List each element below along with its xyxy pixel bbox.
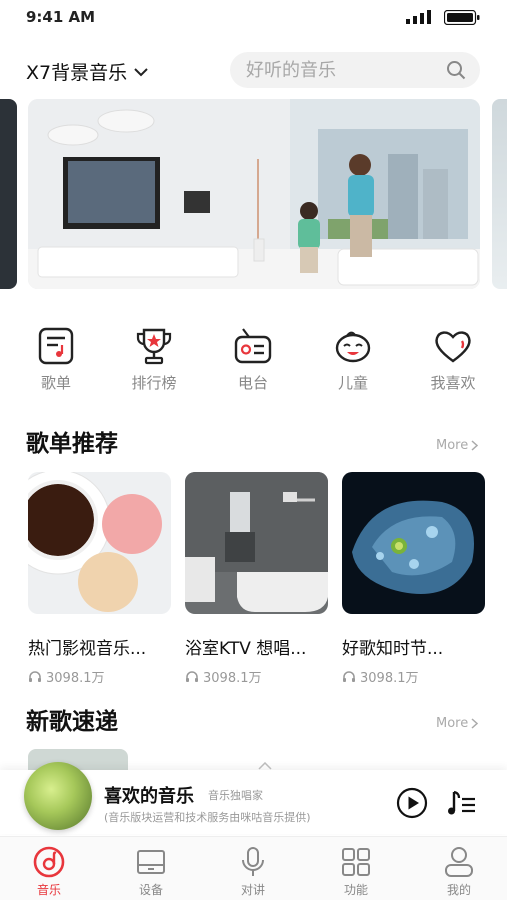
user-icon [445,847,473,877]
device-name-label: X7背景音乐 [26,62,128,84]
play-count: 3098.1万 [46,671,105,686]
playlist-plays: 3098.1万 [342,667,485,686]
tab-label: 设备 [138,883,163,897]
tab-label: 对讲 [240,883,265,897]
search-input[interactable] [246,58,436,82]
more-new-songs-link[interactable]: More [436,716,479,731]
grid-icon [342,848,370,876]
banner-carousel[interactable] [0,99,507,289]
banner-previous-slide[interactable] [0,99,17,289]
banner-image[interactable] [28,99,480,289]
headphones-icon [343,671,355,682]
playlist-card[interactable]: 好歌知时节... 3098.1万 [342,472,485,686]
tab-label: 音乐 [36,883,61,897]
chevron-down-icon [134,67,148,76]
trophy-icon [136,328,172,365]
battery-icon [444,10,480,25]
living-room-karaoke-illustration [28,99,480,289]
quick-item-radio[interactable]: 电台 [213,322,293,398]
tab-bar: 音乐 设备 对讲 功能 我的 [0,836,507,900]
header: X7背景音乐 [0,48,507,92]
signal-icon [406,10,431,24]
now-playing-artwork[interactable] [24,762,92,830]
status-bar: 9:41 AM [0,0,507,36]
music-disc-icon [33,846,65,878]
playlist-card[interactable]: 浴室KTV 想唱... 3098.1万 [185,472,328,686]
status-time: 9:41 AM [26,8,96,26]
playlist-queue-button[interactable] [446,787,478,819]
tab-functions[interactable]: 功能 [324,845,388,898]
tab-label: 我的 [446,883,471,897]
playlist-name: 浴室KTV 想唱... [185,639,307,659]
playlist-icon [38,327,74,365]
headphones-icon [29,671,41,682]
tab-intercom[interactable]: 对讲 [221,845,285,898]
playlist-cover[interactable] [185,472,328,614]
heart-icon [435,331,471,363]
tab-music[interactable]: 音乐 [17,845,81,898]
playlist-cover[interactable] [28,472,171,614]
coffee-macaron-image [28,472,171,614]
bathroom-image [185,472,328,614]
play-count: 3098.1万 [203,671,262,686]
section-title-new-songs: 新歌速递 [26,709,118,735]
more-playlists-link[interactable]: More [436,438,479,453]
playlist-cover[interactable] [342,472,485,614]
play-button[interactable] [396,787,428,819]
chevron-up-icon[interactable] [258,762,272,770]
quick-item-label: 歌单 [40,374,71,392]
chevron-right-icon [471,440,479,451]
playlist-name: 热门影视音乐... [28,639,147,659]
search-icon[interactable] [446,60,466,80]
playlist-card[interactable]: 热门影视音乐... 3098.1万 [28,472,171,686]
quick-item-label: 电台 [237,374,268,392]
radio-icon [234,328,272,364]
quick-item-ranking[interactable]: 排行榜 [114,322,194,398]
more-label: More [436,438,469,453]
device-icon [137,850,165,874]
play-count: 3098.1万 [360,671,419,686]
headphones-icon [186,671,198,682]
now-playing-provider-note: (音乐版块运营和技术服务由咪咕音乐提供) [104,811,311,824]
playlist-name: 好歌知时节... [342,639,444,659]
banner-next-slide[interactable] [492,99,507,289]
petal-with-dew-image [342,472,485,614]
playlist-plays: 3098.1万 [185,667,328,686]
section-title-playlists: 歌单推荐 [26,431,118,457]
device-selector[interactable]: X7背景音乐 [26,58,149,85]
now-playing-title: 喜欢的音乐 [104,786,194,807]
tab-profile[interactable]: 我的 [427,845,491,898]
tab-label: 功能 [343,883,368,897]
quick-item-playlist[interactable]: 歌单 [16,322,96,398]
mini-player[interactable]: 喜欢的音乐 音乐独唱家 (音乐版块运营和技术服务由咪咕音乐提供) [0,762,507,834]
quick-item-label: 我喜欢 [430,374,476,392]
now-playing-subtitle: 音乐独唱家 [208,789,263,802]
quick-menu: 歌单 排行榜 电台 儿童 我喜欢 [0,322,507,398]
playlist-plays: 3098.1万 [28,667,171,686]
chevron-right-icon [471,718,479,729]
search-bar[interactable] [230,52,480,88]
microphone-icon [242,847,264,876]
quick-item-favorites[interactable]: 我喜欢 [413,322,493,398]
child-face-icon [335,331,371,363]
quick-item-kids[interactable]: 儿童 [313,322,393,398]
quick-item-label: 儿童 [337,374,368,392]
quick-item-label: 排行榜 [131,374,177,392]
tab-devices[interactable]: 设备 [119,845,183,898]
more-label: More [436,716,469,731]
